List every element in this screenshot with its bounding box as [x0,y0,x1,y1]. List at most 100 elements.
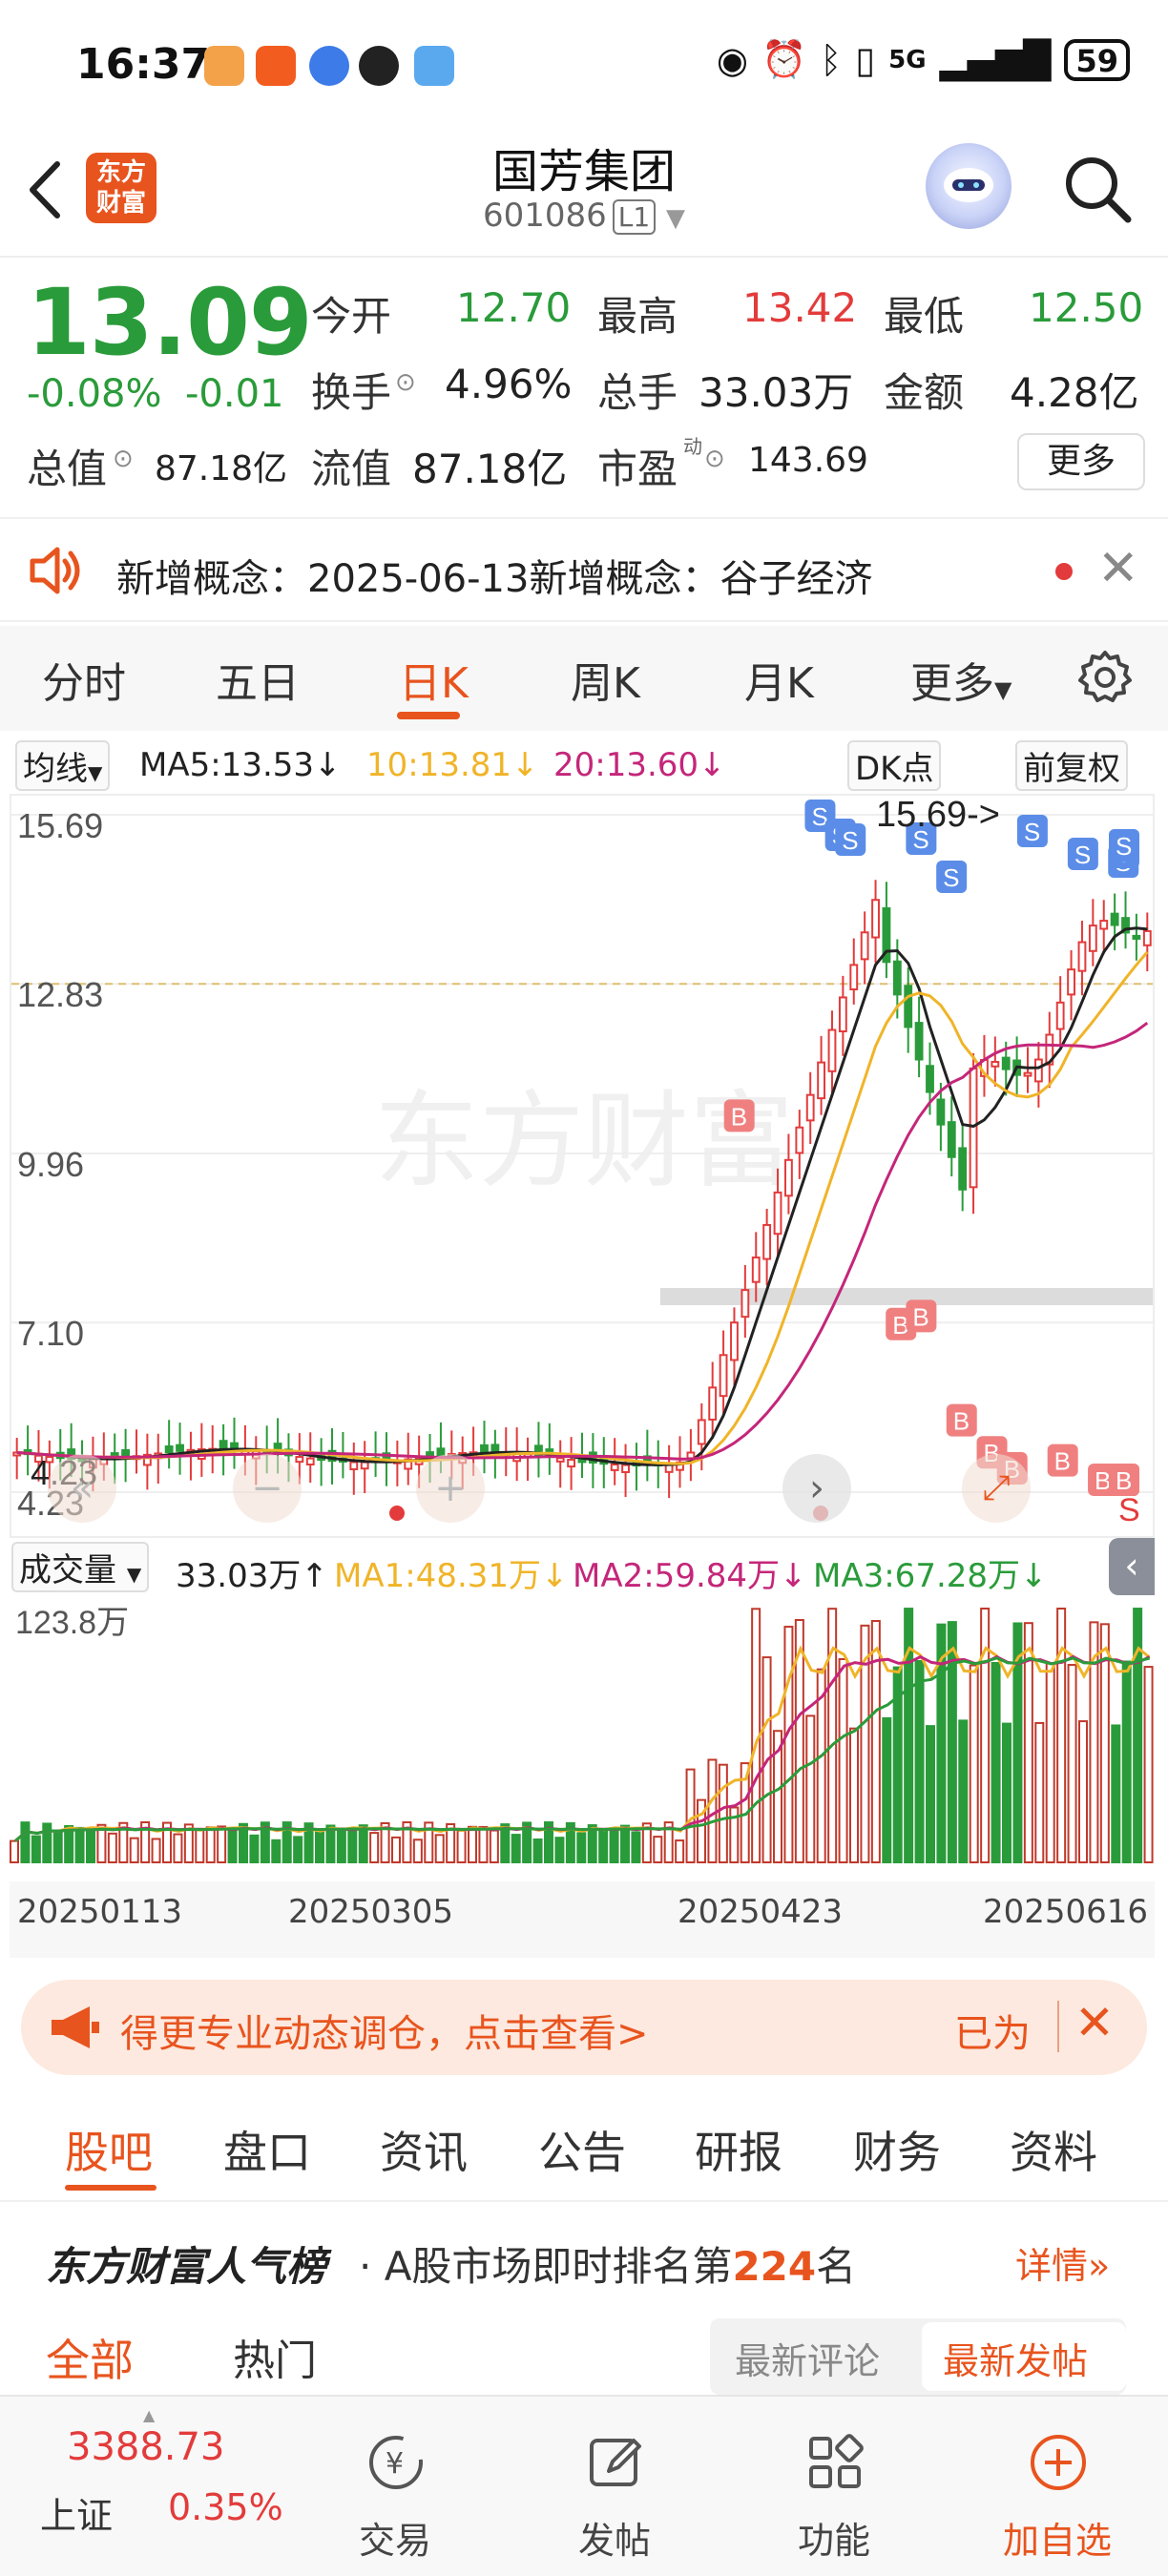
zoom-out-button[interactable]: − [233,1454,302,1523]
tab-weekly-k[interactable]: 周K [571,649,640,710]
candlestick-chart[interactable]: 东方财富 SSSSSSSSSSSBBBBBBBBBBB 15.6912.839.… [10,794,1155,1538]
volume-bar [336,1827,346,1863]
info-icon[interactable]: ⊙ [113,445,134,473]
tab-intraday[interactable]: 分时 [42,649,126,710]
volume-bar [489,1829,499,1863]
popularity-ranking[interactable]: 东方财富人气榜 · A股市场即时排名第224名 详情» [0,2206,1168,2311]
volume-bar [511,1834,521,1863]
scroll-right-button[interactable]: › [782,1454,851,1523]
search-button[interactable] [1059,151,1136,231]
filter-all[interactable]: 全部 [46,2326,134,2389]
tab-more[interactable]: 更多▼ [910,649,1012,710]
tab-daily-k[interactable]: 日K [399,649,469,710]
volume-bar [271,1839,282,1863]
nav-trade[interactable]: ¥ 交易 [319,2397,471,2576]
volume-bar [347,1827,358,1863]
volume-indicator-selector[interactable]: 成交量 ▼ [11,1542,150,1592]
tab-profile[interactable]: 资料 [1010,2118,1097,2181]
candle-body [295,1456,304,1464]
scroll-left-button[interactable]: « [48,1454,116,1523]
open-value: 12.70 [456,284,572,331]
y-tick-label: 12.83 [17,975,103,1014]
candle-body [555,1457,565,1463]
volume-bar [391,1836,401,1864]
tab-research[interactable]: 研报 [695,2118,782,2181]
ma5-value: MA5:13.53↓ [139,746,342,784]
low-value: 12.50 [1029,284,1144,331]
tab-announcements[interactable]: 公告 [538,2118,626,2181]
eastmoney-logo[interactable]: 东方 财富 [86,153,156,223]
sort-latest-comment[interactable]: 最新评论 [735,2332,880,2384]
nav-functions[interactable]: 功能 [758,2397,910,2576]
tab-five-day[interactable]: 五日 [216,649,300,710]
chevron-down-icon: ▼ [126,1563,142,1586]
vibrate-icon: ▯ [855,38,876,81]
volume-svg: 123.8万 [10,1605,1154,1864]
volume-bar [653,1836,663,1864]
volume-bar [31,1835,41,1864]
high-value: 13.42 [742,284,858,331]
promo-text: 得更专业动态调仓，点击查看> [120,2012,649,2056]
volume-bar [1045,1662,1055,1864]
info-icon[interactable]: ⊙ [395,368,416,397]
tab-guba[interactable]: 股吧 [65,2118,153,2181]
candle-body [838,996,847,1032]
fullscreen-button[interactable]: ⤢ [962,1454,1031,1523]
filter-hot[interactable]: 热门 [233,2326,317,2387]
zoom-in-button[interactable]: + [416,1454,485,1523]
notice-text: 新增概念：2025-06-13新增概念：谷子经济 [116,557,873,601]
candle-body [784,1158,793,1197]
nav-add-watchlist[interactable]: 加自选 [981,2397,1134,2576]
candle-body [708,1386,718,1421]
ma-selector[interactable]: 均线▼ [15,740,111,791]
chart-settings-button[interactable] [1076,649,1134,710]
collapse-indicator-button[interactable]: ‹ [1109,1538,1155,1595]
volume-bar [1133,1608,1143,1863]
volume-chart[interactable]: 123.8万 [10,1595,1155,1881]
ranking-text: · A股市场即时排名第224名 [359,2234,856,2293]
close-notice-icon[interactable]: ✕ [1097,540,1139,597]
volume-bar [468,1825,477,1863]
tab-order-book[interactable]: 盘口 [223,2118,311,2181]
candle-body [926,1065,934,1093]
volume-ma-line [14,1645,1151,1842]
volume-bar [1121,1660,1132,1863]
event-dot [389,1506,405,1521]
concept-notice-bar[interactable]: 新增概念：2025-06-13新增概念：谷子经济 ✕ [0,517,1168,622]
buy-signal-label: B [953,1407,970,1436]
battery-indicator: 59 [1064,38,1130,81]
ranking-detail-link[interactable]: 详情» [1015,2236,1110,2289]
adjust-type-button[interactable]: 前复权 [1015,740,1128,791]
current-price: 13.09 [27,269,313,376]
index-ticker[interactable]: ▲ 3388.73 上证 0.35% [0,2397,286,2576]
dk-point-button[interactable]: DK点 [847,740,942,791]
expand-up-icon: ▲ [143,2406,156,2424]
volume-bar [195,1829,205,1863]
candle-body [914,1022,924,1061]
volume-bar [217,1825,227,1864]
float-value: 87.18亿 [412,446,568,492]
info-icon[interactable]: ⊙ [704,445,725,473]
close-promo-icon[interactable]: ✕ [1074,1995,1115,2050]
sort-latest-post[interactable]: 最新发帖 [943,2332,1088,2384]
pe-dynamic-tag: 动 [683,435,702,458]
assistant-robot-icon[interactable] [926,143,1012,229]
volume-bar [609,1827,619,1864]
back-button[interactable] [21,156,69,234]
more-quote-button[interactable]: 更多 [1017,433,1145,490]
candle-body [827,1028,837,1072]
nav-post[interactable]: 发帖 [538,2397,691,2576]
trade-icon: ¥ [366,2433,426,2496]
date-label: 20250616 [983,1893,1149,1931]
volume-bar [904,1608,914,1863]
tab-monthly-k[interactable]: 月K [744,649,814,710]
volume-bar [783,1626,794,1863]
y-tick-label: 7.10 [17,1314,84,1353]
tab-financials[interactable]: 财务 [853,2118,941,2181]
gear-icon [1078,651,1132,702]
chevron-down-icon: ▼ [994,676,1012,703]
eye-icon: ◉ [716,38,749,81]
promo-banner[interactable]: 得更专业动态调仓，点击查看> 已为 ✕ [21,1980,1147,2075]
tab-news[interactable]: 资讯 [380,2118,468,2181]
pe-value: 143.69 [748,441,868,480]
